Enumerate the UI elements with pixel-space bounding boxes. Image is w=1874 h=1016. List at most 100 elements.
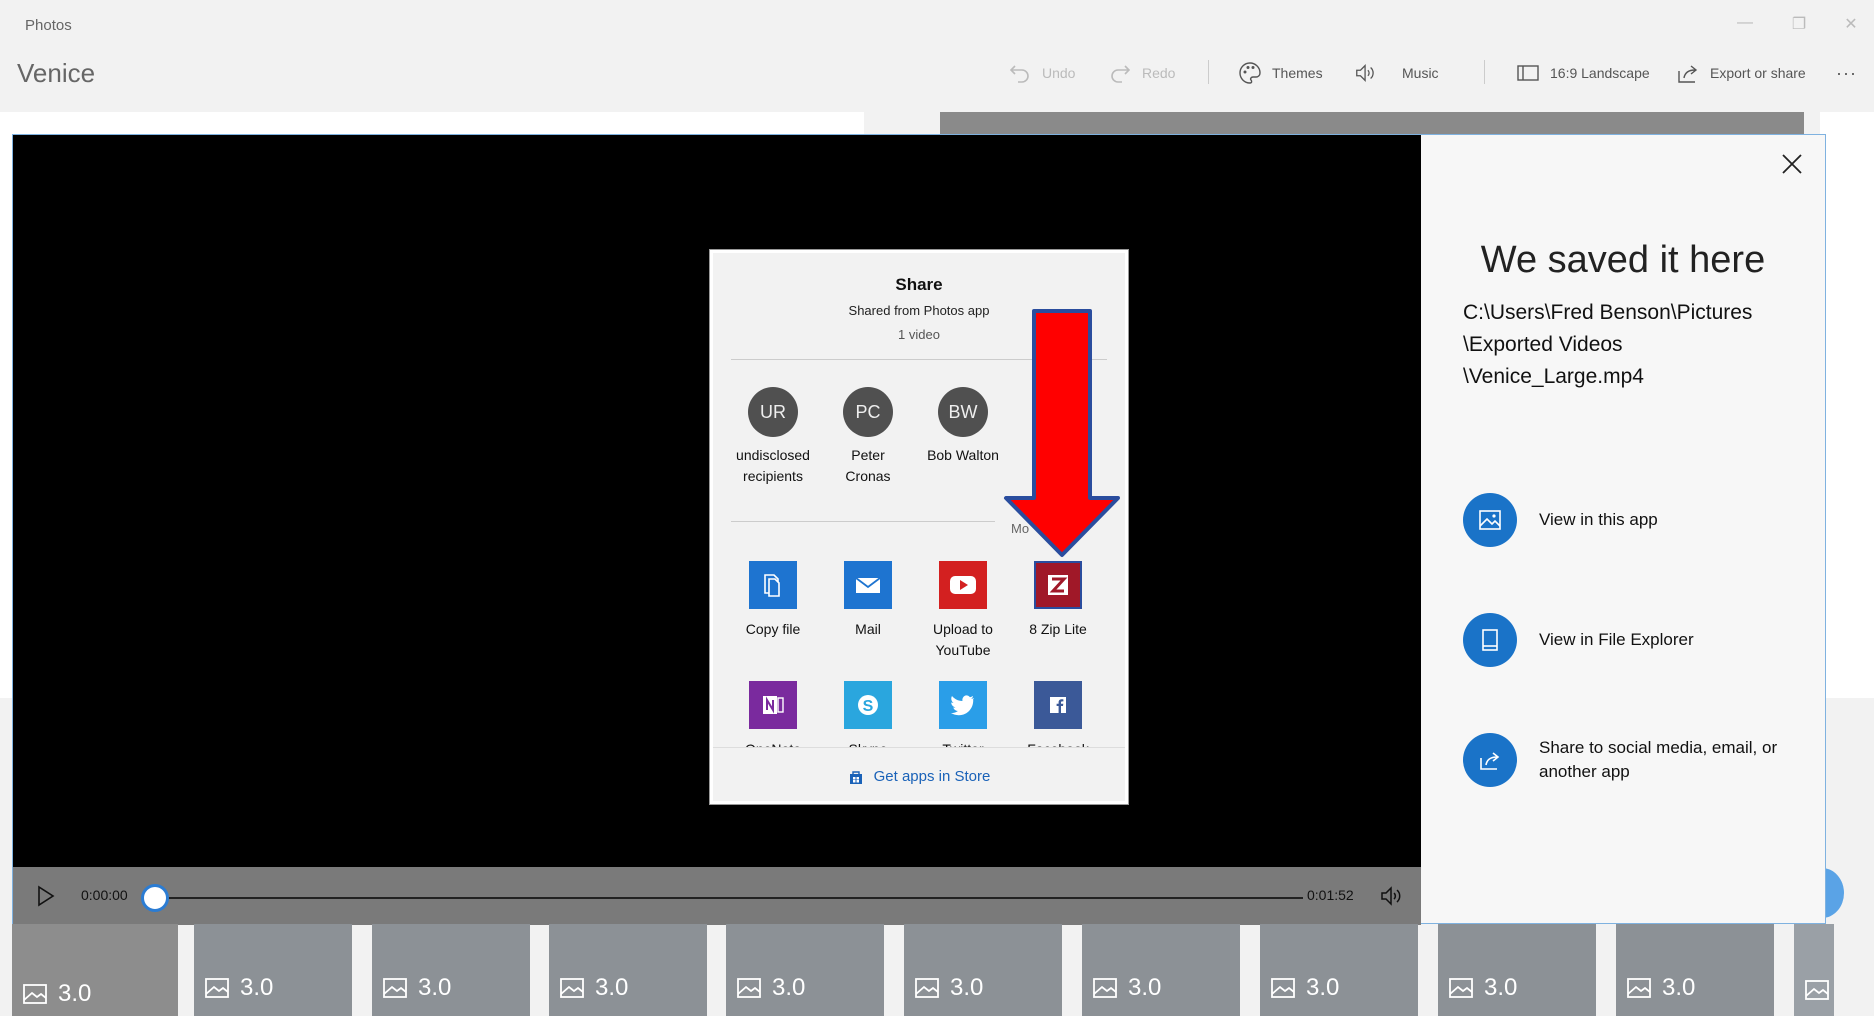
duration-value: 3.0 xyxy=(1306,974,1340,1001)
mail-icon xyxy=(844,561,892,609)
storyboard-clip[interactable]: 3.0 xyxy=(549,924,707,1016)
close-window-button[interactable]: ✕ xyxy=(1836,14,1866,34)
music-button[interactable]: Music xyxy=(1354,58,1439,88)
redo-button[interactable]: Redo xyxy=(1108,58,1175,88)
storyboard-clip[interactable]: 3.0 xyxy=(1616,924,1774,1016)
app-name: Mail xyxy=(855,621,881,637)
clip-duration xyxy=(1804,978,1832,1002)
app-copy-file[interactable]: Copy file xyxy=(725,561,821,640)
contact-name: Peter Cronas xyxy=(845,447,891,484)
undo-label: Undo xyxy=(1042,65,1076,81)
play-button[interactable] xyxy=(31,881,61,911)
seek-thumb[interactable] xyxy=(141,884,169,912)
clip-duration: 3.0 xyxy=(204,974,273,1002)
contact-name: Bob Walton xyxy=(927,447,999,463)
clip-duration: 3.0 xyxy=(1448,974,1517,1002)
aspect-ratio-label: 16:9 Landscape xyxy=(1550,65,1650,81)
storyboard-clip[interactable]: 3.0 xyxy=(372,924,530,1016)
contact-bob-walton[interactable]: BW Bob Walton xyxy=(915,387,1011,466)
current-time: 0:00:00 xyxy=(81,887,128,903)
file-explorer-icon xyxy=(1463,613,1517,667)
export-share-button[interactable]: Export or share xyxy=(1676,58,1806,88)
clip-duration: 3.0 xyxy=(22,980,91,1008)
aspect-ratio-icon xyxy=(1516,61,1540,85)
more-options-button[interactable]: ··· xyxy=(1836,58,1857,88)
seek-bar[interactable] xyxy=(153,897,1303,899)
project-title: Venice xyxy=(17,58,96,88)
play-icon xyxy=(38,885,55,907)
app-mail[interactable]: Mail xyxy=(820,561,916,640)
saved-file-path: C:\Users\Fred Benson\Pictures \Exported … xyxy=(1463,297,1813,393)
image-icon xyxy=(1271,978,1295,998)
clip-duration: 3.0 xyxy=(1092,974,1161,1002)
volume-button[interactable] xyxy=(1377,881,1407,911)
clip-duration: 3.0 xyxy=(1270,974,1339,1002)
clip-duration: 3.0 xyxy=(382,974,451,1002)
redo-icon xyxy=(1108,61,1132,85)
toolbar-divider xyxy=(1208,60,1209,84)
view-in-file-explorer-button[interactable]: View in File Explorer xyxy=(1463,613,1694,667)
app-name: Copy file xyxy=(745,621,801,637)
duration-value: 3.0 xyxy=(1484,974,1518,1001)
restore-button[interactable]: ❐ xyxy=(1784,14,1814,34)
duration-value: 3.0 xyxy=(1662,974,1696,1001)
duration-value: 3.0 xyxy=(595,974,629,1001)
action-label: View in File Explorer xyxy=(1539,630,1694,649)
store-icon xyxy=(849,770,862,784)
themes-button[interactable]: Themes xyxy=(1238,58,1323,88)
undo-button[interactable]: Undo xyxy=(1008,58,1075,88)
duration-value: 3.0 xyxy=(950,974,984,1001)
avatar: UR xyxy=(748,387,798,437)
skype-icon: S xyxy=(844,681,892,729)
panel-background xyxy=(1820,112,1874,698)
image-icon xyxy=(1627,978,1651,998)
path-line: C:\Users\Fred Benson\Pictures xyxy=(1463,301,1753,324)
youtube-icon xyxy=(939,561,987,609)
storyboard-clip[interactable] xyxy=(1794,924,1834,1016)
close-dialog-button[interactable] xyxy=(1777,149,1807,179)
duration-value: 3.0 xyxy=(58,980,92,1007)
image-icon xyxy=(737,978,761,998)
storyboard-clip[interactable]: 3.0 xyxy=(12,924,178,1016)
title-bar: Photos — ❐ ✕ xyxy=(0,0,1874,50)
share-title: Share xyxy=(895,275,943,294)
share-icon xyxy=(1463,733,1517,787)
music-label: Music xyxy=(1402,65,1439,81)
saved-heading: We saved it here xyxy=(1480,239,1766,281)
red-arrow-annotation xyxy=(1004,309,1120,557)
duration-value: 3.0 xyxy=(240,974,274,1001)
app-8-zip-lite[interactable]: 8 Zip Lite xyxy=(1010,561,1106,640)
storyboard-clip[interactable]: 3.0 xyxy=(194,924,352,1016)
image-icon xyxy=(1093,978,1117,998)
volume-icon xyxy=(1381,886,1401,906)
palette-icon xyxy=(1238,61,1262,85)
image-icon xyxy=(1463,493,1517,547)
view-in-app-button[interactable]: View in this app xyxy=(1463,493,1658,547)
export-label: Export or share xyxy=(1710,65,1806,81)
storyboard-clip[interactable]: 3.0 xyxy=(726,924,884,1016)
image-icon xyxy=(205,978,229,998)
storyboard-clip[interactable]: 3.0 xyxy=(1082,924,1240,1016)
storyboard-clip[interactable]: 3.0 xyxy=(904,924,1062,1016)
get-apps-in-store-link[interactable]: Get apps in Store xyxy=(713,747,1125,801)
path-line: \Exported Videos xyxy=(1463,333,1623,356)
contact-peter-cronas[interactable]: PC Peter Cronas xyxy=(820,387,916,487)
aspect-ratio-button[interactable]: 16:9 Landscape xyxy=(1516,58,1650,88)
app-youtube[interactable]: Upload to YouTube xyxy=(915,561,1011,661)
saved-location-panel: We saved it here C:\Users\Fred Benson\Pi… xyxy=(1421,135,1825,923)
8zip-icon xyxy=(1034,561,1082,609)
undo-icon xyxy=(1008,61,1032,85)
playback-bar: 0:00:00 0:01:52 xyxy=(13,867,1421,925)
contact-undisclosed-recipients[interactable]: UR undisclosed recipients xyxy=(725,387,821,487)
image-icon xyxy=(915,978,939,998)
app-name: Photos xyxy=(25,17,72,34)
storyboard-clip[interactable]: 3.0 xyxy=(1260,924,1418,1016)
minimize-button[interactable]: — xyxy=(1730,14,1760,32)
avatar: PC xyxy=(843,387,893,437)
storyboard: 3.0 3.0 3.0 3.0 3.0 3.0 3.0 3.0 3.0 3.0 xyxy=(12,924,1874,1016)
store-link-label: Get apps in Store xyxy=(873,768,991,785)
image-icon xyxy=(383,978,407,998)
photos-app-window: Photos — ❐ ✕ Venice Undo Redo Themes Mus… xyxy=(0,0,1874,1016)
storyboard-clip[interactable]: 3.0 xyxy=(1438,924,1596,1016)
share-button[interactable]: Share to social media, email, or another… xyxy=(1463,733,1779,787)
